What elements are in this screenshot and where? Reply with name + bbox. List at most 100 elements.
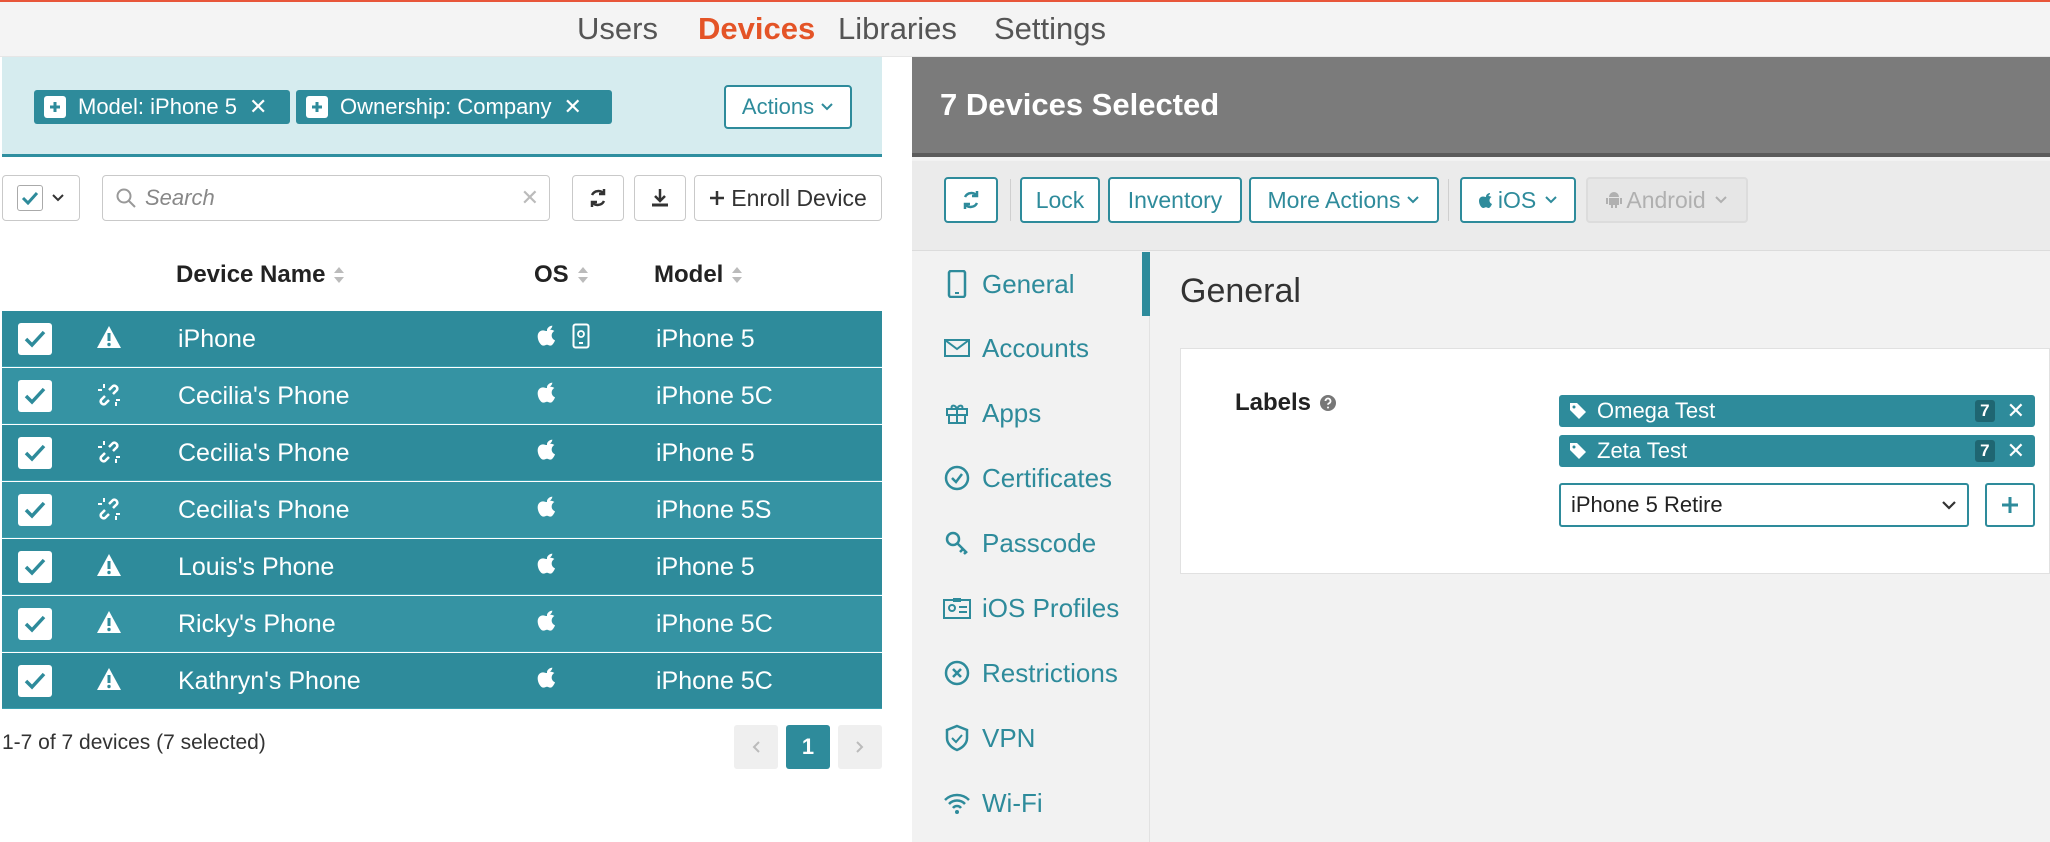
next-page-button[interactable] <box>838 725 882 769</box>
apple-icon <box>1478 191 1494 209</box>
table-row[interactable]: Cecilia's Phone iPhone 5 <box>2 425 882 481</box>
nav-devices[interactable]: Devices <box>698 11 815 47</box>
list-toolbar: Search ✕ Enroll Device <box>0 175 882 223</box>
os-cell <box>536 323 590 349</box>
column-os[interactable]: OS <box>534 261 589 289</box>
warning-icon <box>96 610 122 634</box>
download-button[interactable] <box>634 175 686 221</box>
search-icon <box>115 187 137 209</box>
add-label-button[interactable] <box>1985 483 2035 527</box>
chevron-right-icon <box>856 741 864 753</box>
filter-chip-label: Model: iPhone 5 <box>78 94 237 119</box>
device-name[interactable]: Ricky's Phone <box>178 610 336 639</box>
sidenav-label: Apps <box>982 397 1042 428</box>
tag-icon <box>1569 402 1587 420</box>
labels-label: Labels <box>1235 389 1312 416</box>
filter-chip-model[interactable]: Model: iPhone 5 ✕ <box>34 90 290 124</box>
device-name[interactable]: Cecilia's Phone <box>178 382 350 411</box>
sidenav-accounts[interactable]: Accounts <box>942 323 1150 373</box>
nav-users[interactable]: Users <box>577 11 658 47</box>
select-all-dropdown[interactable] <box>2 175 80 221</box>
device-model: iPhone 5C <box>656 667 773 695</box>
supervised-phone-icon <box>572 323 590 349</box>
lock-button[interactable]: Lock <box>1020 177 1100 223</box>
page-1-button[interactable]: 1 <box>786 725 830 769</box>
apple-icon <box>536 437 558 461</box>
chevron-down-icon <box>1714 195 1728 205</box>
row-checkbox[interactable] <box>18 380 52 412</box>
close-icon[interactable]: ✕ <box>564 94 582 120</box>
label-tag: Omega Test 7 ✕ <box>1559 395 2035 427</box>
label-name: Zeta Test <box>1597 438 1688 463</box>
row-checkbox[interactable] <box>18 665 52 697</box>
row-checkbox[interactable] <box>18 494 52 526</box>
close-icon[interactable]: ✕ <box>2007 438 2025 464</box>
os-cell <box>536 380 558 404</box>
android-filter-button[interactable]: Android <box>1586 177 1748 223</box>
table-row[interactable]: Kathryn's Phone iPhone 5C <box>2 653 882 709</box>
row-checkbox[interactable] <box>18 323 52 355</box>
column-model[interactable]: Model <box>654 261 743 289</box>
actions-button[interactable]: Actions <box>724 85 852 129</box>
table-row[interactable]: Cecilia's Phone iPhone 5S <box>2 482 882 538</box>
device-name[interactable]: iPhone <box>178 325 256 354</box>
table-row[interactable]: Cecilia's Phone iPhone 5C <box>2 368 882 424</box>
sidenav-certificates[interactable]: Certificates <box>942 453 1150 503</box>
os-cell <box>536 551 558 575</box>
help-icon[interactable] <box>1319 394 1337 412</box>
device-name[interactable]: Cecilia's Phone <box>178 439 350 468</box>
chevron-down-icon <box>1406 195 1420 205</box>
warning-icon <box>96 553 122 577</box>
nav-libraries[interactable]: Libraries <box>838 11 957 47</box>
refresh-button[interactable] <box>572 175 624 221</box>
nav-settings[interactable]: Settings <box>994 11 1106 47</box>
device-model: iPhone 5C <box>656 610 773 638</box>
column-device-name[interactable]: Device Name <box>176 261 345 289</box>
device-name[interactable]: Louis's Phone <box>178 553 334 582</box>
more-actions-button[interactable]: More Actions <box>1249 177 1439 223</box>
os-cell <box>536 665 558 689</box>
android-icon <box>1606 191 1623 209</box>
refresh-button[interactable] <box>944 177 998 223</box>
sidenav-vpn[interactable]: VPN <box>942 713 1150 763</box>
inventory-button[interactable]: Inventory <box>1108 177 1242 223</box>
sidenav-passcode[interactable]: Passcode <box>942 518 1150 568</box>
label-count-badge: 7 <box>1975 440 1995 462</box>
id-card-icon <box>942 597 972 619</box>
sidenav-label: Certificates <box>982 462 1113 493</box>
table-row[interactable]: Ricky's Phone iPhone 5C <box>2 596 882 652</box>
sidenav-apps[interactable]: Apps <box>942 388 1150 438</box>
chevron-down-icon <box>1941 500 1957 510</box>
broken-link-icon <box>96 439 122 465</box>
enroll-device-button[interactable]: Enroll Device <box>694 175 882 221</box>
android-label: Android <box>1626 186 1706 213</box>
label-name: Omega Test <box>1597 398 1716 423</box>
clear-icon[interactable]: ✕ <box>521 185 539 211</box>
close-icon[interactable]: ✕ <box>249 94 267 120</box>
labels-card: Labels Omega Test 7 ✕ Zeta Test 7 ✕ iPho… <box>1180 348 2050 574</box>
close-icon[interactable]: ✕ <box>2007 398 2025 424</box>
detail-action-bar: Lock Inventory More Actions iOS Android <box>912 161 2050 251</box>
sidenav-restrictions[interactable]: Restrictions <box>942 648 1150 698</box>
sidenav-label: Wi-Fi <box>982 787 1043 818</box>
filter-chip-ownership[interactable]: Ownership: Company ✕ <box>296 90 612 124</box>
apple-icon <box>536 665 558 689</box>
label-select-input[interactable]: iPhone 5 Retire <box>1559 483 1969 527</box>
device-model: iPhone 5 <box>656 439 755 467</box>
detail-header: 7 Devices Selected <box>912 57 2050 157</box>
sidenav-ios-profiles[interactable]: iOS Profiles <box>942 583 1150 633</box>
sidenav-label: iOS Profiles <box>982 592 1120 623</box>
row-checkbox[interactable] <box>18 551 52 583</box>
search-input[interactable]: Search ✕ <box>102 175 550 221</box>
device-name[interactable]: Cecilia's Phone <box>178 496 350 525</box>
row-checkbox[interactable] <box>18 437 52 469</box>
sidenav-general[interactable]: General <box>942 259 1150 309</box>
prev-page-button[interactable] <box>734 725 778 769</box>
table-row[interactable]: iPhone iPhone 5 <box>2 311 882 367</box>
ios-filter-button[interactable]: iOS <box>1460 177 1576 223</box>
device-name[interactable]: Kathryn's Phone <box>178 667 361 696</box>
apple-icon <box>536 494 558 518</box>
sidenav-wifi[interactable]: Wi-Fi <box>942 778 1150 828</box>
row-checkbox[interactable] <box>18 608 52 640</box>
table-row[interactable]: Louis's Phone iPhone 5 <box>2 539 882 595</box>
